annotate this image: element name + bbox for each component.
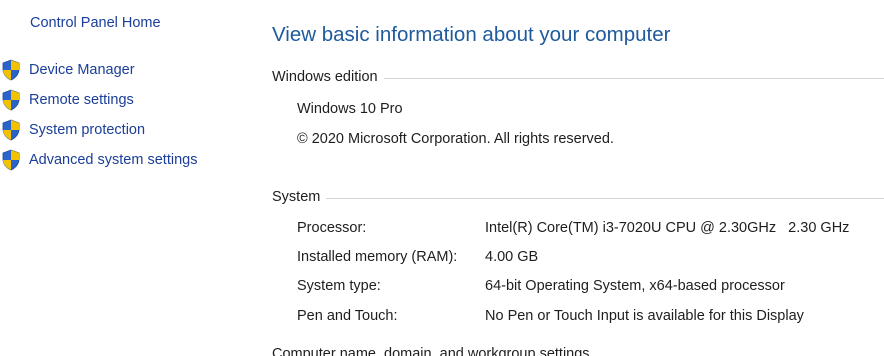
row-label: Installed memory (RAM): bbox=[297, 249, 458, 265]
sidebar-item-advanced-system-settings[interactable]: Advanced system settings bbox=[0, 149, 197, 171]
sidebar-item-system-protection[interactable]: System protection bbox=[0, 119, 145, 141]
uac-shield-icon bbox=[2, 89, 20, 111]
sidebar-item-label: Advanced system settings bbox=[29, 152, 198, 168]
row-value: 4.00 GB bbox=[485, 249, 539, 265]
section-label: System bbox=[272, 189, 321, 205]
uac-shield-icon bbox=[2, 119, 20, 141]
section-divider bbox=[326, 197, 884, 199]
section-divider bbox=[383, 77, 884, 79]
row-value: Intel(R) Core(TM) i3-7020U CPU @ 2.30GHz… bbox=[485, 220, 850, 236]
control-panel-home-link[interactable]: Control Panel Home bbox=[30, 15, 161, 31]
windows-edition-value: Windows 10 Pro bbox=[297, 101, 403, 117]
sidebar-item-label: System protection bbox=[29, 122, 146, 138]
section-header-computer-name: Computer name, domain, and workgroup set… bbox=[272, 346, 590, 356]
row-value: 64-bit Operating System, x64-based proce… bbox=[485, 278, 785, 294]
sidebar-item-label: Device Manager bbox=[29, 62, 135, 78]
row-label: Pen and Touch: bbox=[297, 308, 398, 324]
page-title: View basic information about your comput… bbox=[272, 23, 671, 46]
row-label: System type: bbox=[297, 278, 381, 294]
sidebar-item-device-manager[interactable]: Device Manager bbox=[0, 59, 135, 81]
sidebar-item-remote-settings[interactable]: Remote settings bbox=[0, 89, 134, 111]
section-header-system: System bbox=[272, 187, 884, 207]
row-value: No Pen or Touch Input is available for t… bbox=[485, 308, 804, 324]
copyright-text: © 2020 Microsoft Corporation. All rights… bbox=[297, 131, 614, 147]
uac-shield-icon bbox=[2, 59, 20, 81]
task-pane: Control Panel Home Device Manager Remote… bbox=[0, 0, 250, 356]
section-header-windows-edition: Windows edition bbox=[272, 67, 884, 87]
sidebar-item-label: Remote settings bbox=[29, 92, 134, 108]
uac-shield-icon bbox=[2, 149, 20, 171]
row-label: Processor: bbox=[297, 220, 367, 236]
section-label: Windows edition bbox=[272, 69, 378, 85]
